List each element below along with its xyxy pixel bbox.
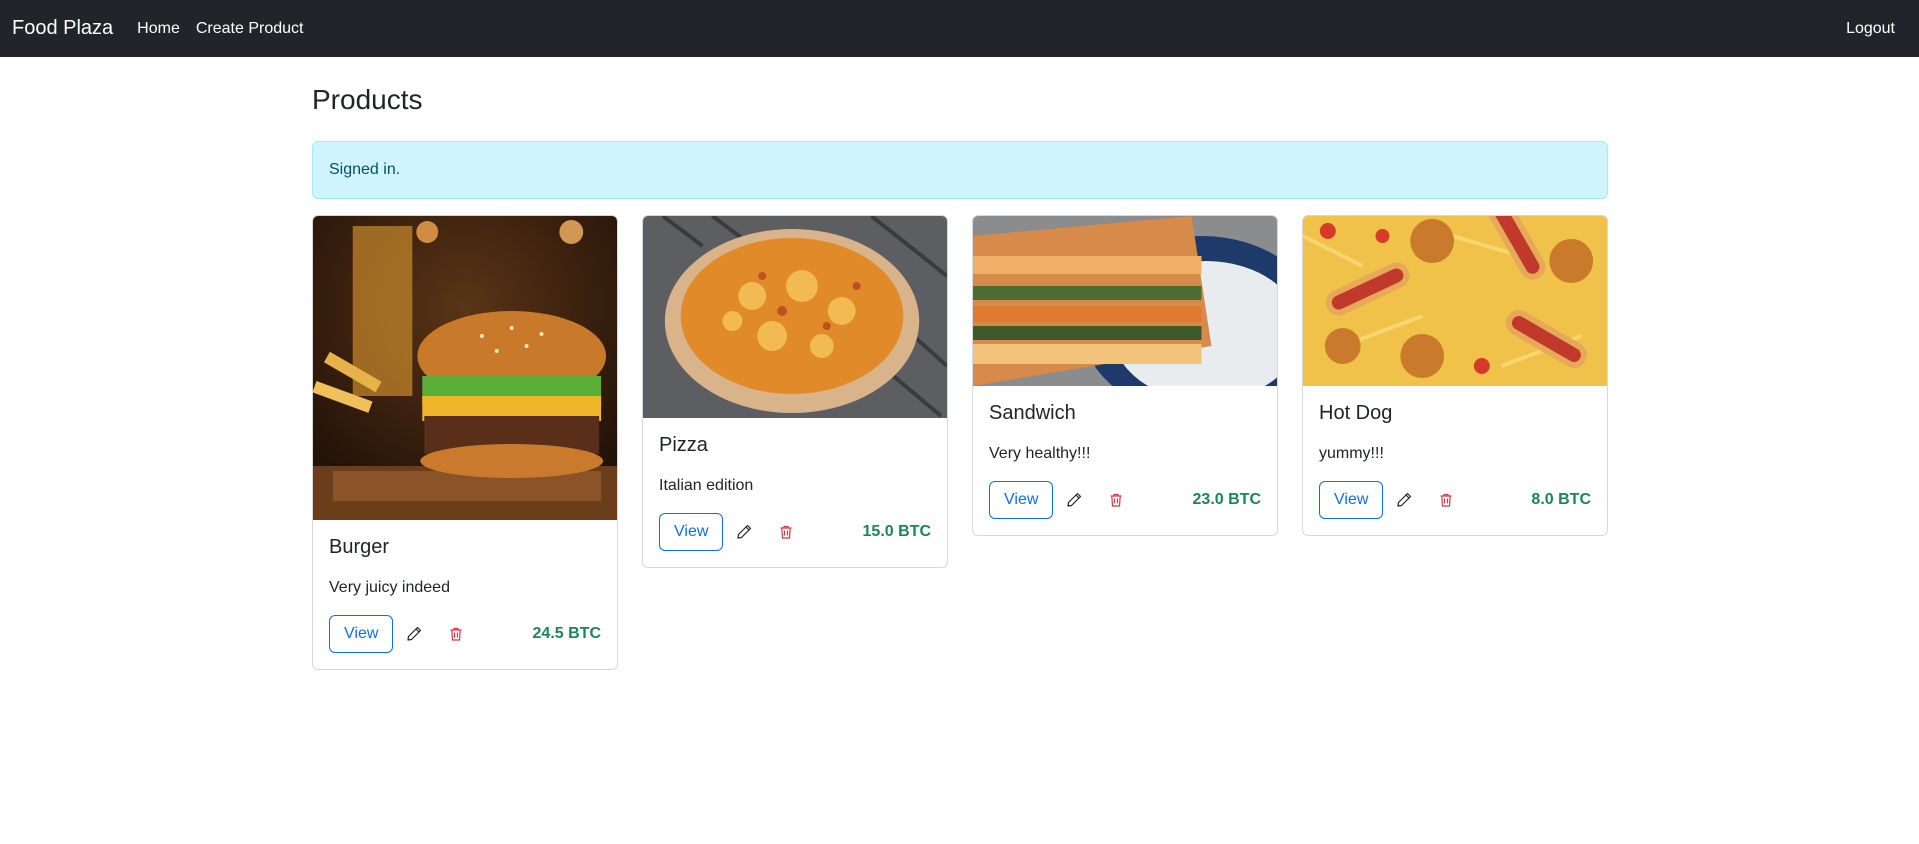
nav-create-product-link[interactable]: Create Product [196, 20, 304, 38]
product-price: 15.0 BTC [862, 522, 931, 540]
product-description: Italian edition [659, 476, 754, 494]
trash-icon[interactable] [765, 513, 807, 551]
nav-home-link[interactable]: Home [137, 20, 180, 38]
product-description: Very juicy indeed [329, 578, 450, 596]
product-card-burger: Burger Very juicy indeed View 24.5 BTC [312, 214, 618, 670]
main-container: Products Signed in. Burger Very juicy in… [312, 57, 1608, 670]
view-button[interactable]: View [989, 480, 1054, 519]
navbar: Food Plaza Home Create Product Logout [0, 0, 1919, 57]
pencil-icon[interactable] [723, 513, 765, 551]
product-title: Hot Dog [1319, 401, 1393, 424]
trash-icon[interactable] [1095, 481, 1137, 519]
view-button[interactable]: View [659, 512, 724, 551]
brand-link[interactable]: Food Plaza [12, 17, 113, 40]
product-card-pizza: Pizza Italian edition View 15.0 BTC [642, 214, 948, 568]
product-grid: Burger Very juicy indeed View 24.5 BTC P… [312, 214, 1608, 670]
product-image-sandwich [973, 215, 1277, 386]
trash-icon[interactable] [1425, 481, 1467, 519]
product-title: Pizza [659, 433, 708, 456]
product-image-hot-dog [1303, 215, 1607, 386]
product-price: 8.0 BTC [1531, 490, 1591, 508]
product-description: yummy!!! [1319, 444, 1384, 462]
pencil-icon[interactable] [1053, 481, 1095, 519]
page-title: Products [312, 84, 423, 115]
product-image-burger [313, 215, 617, 520]
trash-icon[interactable] [435, 615, 477, 653]
product-card-hot-dog: Hot Dog yummy!!! View 8.0 BTC [1302, 214, 1608, 536]
product-image-pizza [643, 215, 947, 418]
logout-link[interactable]: Logout [1846, 20, 1895, 38]
view-button[interactable]: View [329, 614, 394, 653]
product-card-sandwich: Sandwich Very healthy!!! View 23.0 BTC [972, 214, 1278, 536]
pencil-icon[interactable] [1383, 481, 1425, 519]
product-price: 24.5 BTC [532, 624, 601, 642]
product-title: Sandwich [989, 401, 1076, 424]
product-price: 23.0 BTC [1192, 490, 1261, 508]
product-title: Burger [329, 535, 390, 558]
view-button[interactable]: View [1319, 480, 1384, 519]
signed-in-alert: Signed in. [312, 140, 1608, 199]
pencil-icon[interactable] [393, 615, 435, 653]
product-description: Very healthy!!! [989, 444, 1091, 462]
